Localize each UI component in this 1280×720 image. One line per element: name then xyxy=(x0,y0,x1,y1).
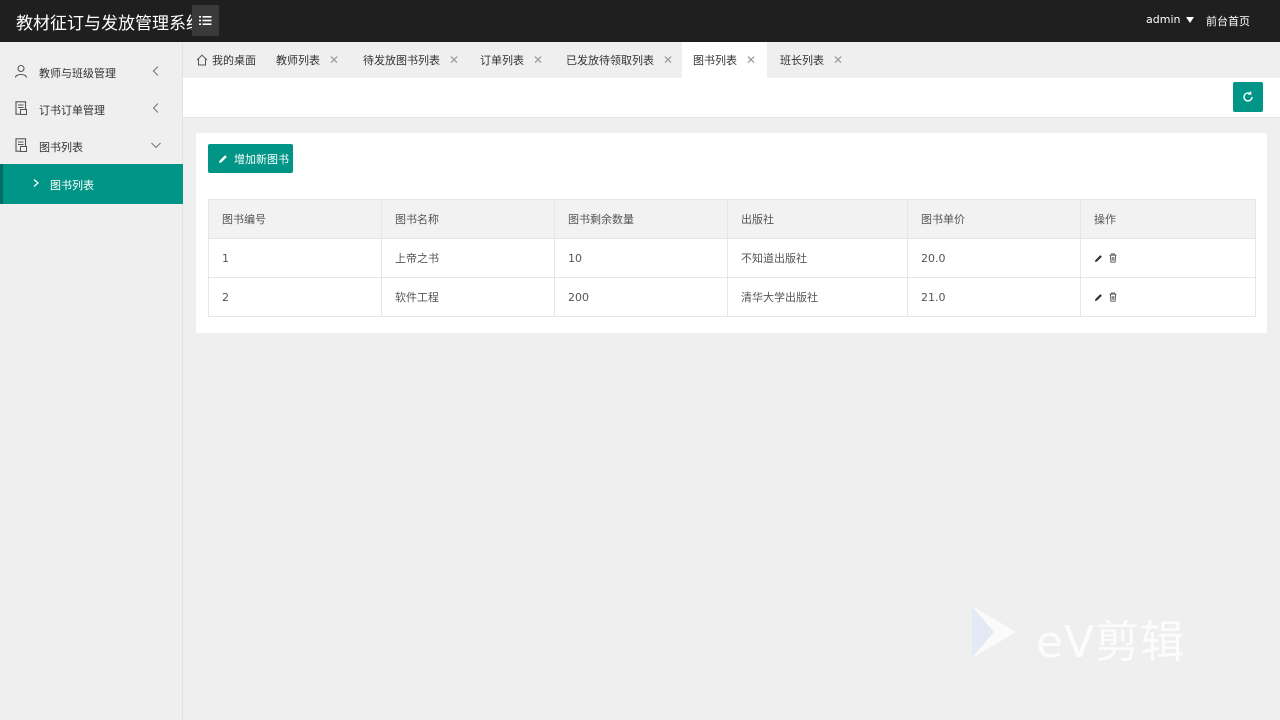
column-header: 出版社 xyxy=(727,199,908,239)
play-logo-icon xyxy=(972,606,1016,658)
sidebar-item-teachers-classes[interactable]: 教师与班级管理 xyxy=(0,53,183,90)
tab-monitor-list[interactable]: 班长列表 ✕ xyxy=(780,42,843,78)
watermark-text: eV剪辑 xyxy=(1036,617,1186,668)
column-header: 操作 xyxy=(1080,199,1256,239)
chevron-left-icon xyxy=(152,66,159,76)
cell-actions xyxy=(1080,277,1256,317)
tab-label: 图书列表 xyxy=(693,54,737,67)
cell-book-id: 1 xyxy=(208,238,382,278)
cell-book-name: 软件工程 xyxy=(381,277,555,317)
document-icon xyxy=(15,101,27,115)
cell-publisher: 清华大学出版社 xyxy=(727,277,908,317)
home-icon xyxy=(196,54,208,66)
cell-book-id: 2 xyxy=(208,277,382,317)
close-icon[interactable]: ✕ xyxy=(449,53,459,67)
tab-label: 待发放图书列表 xyxy=(363,54,440,67)
cell-unit-price: 21.0 xyxy=(907,277,1081,317)
cell-remaining-qty: 10 xyxy=(554,238,728,278)
list-icon xyxy=(199,16,212,25)
column-header: 图书编号 xyxy=(208,199,382,239)
tab-bar: 我的桌面 教师列表 ✕ 待发放图书列表 ✕ 订单列表 ✕ 已发放待领取列表 ✕ … xyxy=(183,42,1280,78)
refresh-button[interactable] xyxy=(1233,82,1263,112)
cell-actions xyxy=(1080,238,1256,278)
table-row: 1 上帝之书 10 不知道出版社 20.0 xyxy=(208,238,1256,278)
sidebar-item-label: 图书列表 xyxy=(39,141,83,154)
table-header-row: 图书编号 图书名称 图书剩余数量 出版社 图书单价 操作 xyxy=(208,199,1256,239)
edit-icon[interactable] xyxy=(1094,293,1103,302)
tab-desktop[interactable]: 我的桌面 xyxy=(196,42,256,78)
cell-book-name: 上帝之书 xyxy=(381,238,555,278)
tab-label: 已发放待领取列表 xyxy=(566,54,654,67)
user-menu[interactable]: admin xyxy=(1146,13,1195,26)
sidebar: 教师与班级管理 订书订单管理 图书列表 图书列表 xyxy=(0,42,183,720)
sidebar-subitem-book-list[interactable]: 图书列表 xyxy=(0,164,183,204)
chevron-down-icon xyxy=(151,142,161,149)
column-header: 图书单价 xyxy=(907,199,1081,239)
edit-icon[interactable] xyxy=(1094,254,1103,263)
tab-label: 教师列表 xyxy=(276,54,320,67)
sidebar-item-orders[interactable]: 订书订单管理 xyxy=(0,90,183,127)
refresh-icon xyxy=(1243,91,1253,102)
tab-label: 我的桌面 xyxy=(212,54,256,67)
tab-order-list[interactable]: 订单列表 ✕ xyxy=(480,42,543,78)
tab-pending-books[interactable]: 待发放图书列表 ✕ xyxy=(363,42,459,78)
document-icon xyxy=(15,138,27,152)
add-book-label: 增加新图书 xyxy=(234,152,289,166)
tab-issued-unclaimed[interactable]: 已发放待领取列表 ✕ xyxy=(566,42,673,78)
user-icon xyxy=(14,64,28,78)
close-icon[interactable]: ✕ xyxy=(533,53,543,67)
tab-label: 订单列表 xyxy=(480,54,524,67)
tab-book-list[interactable]: 图书列表 ✕ xyxy=(682,42,767,78)
app-title: 教材征订与发放管理系统 xyxy=(16,14,203,34)
column-header: 图书剩余数量 xyxy=(554,199,728,239)
sidebar-item-label: 教师与班级管理 xyxy=(39,67,116,80)
content-toolbar xyxy=(183,78,1280,118)
column-header: 图书名称 xyxy=(381,199,555,239)
cell-publisher: 不知道出版社 xyxy=(727,238,908,278)
book-table: 图书编号 图书名称 图书剩余数量 出版社 图书单价 操作 1 上帝之书 10 不… xyxy=(208,199,1256,317)
table-row: 2 软件工程 200 清华大学出版社 21.0 xyxy=(208,277,1256,317)
watermark: eV剪辑 xyxy=(968,604,1228,668)
chevron-right-icon xyxy=(33,179,39,187)
chevron-left-icon xyxy=(152,103,159,113)
tab-teacher-list[interactable]: 教师列表 ✕ xyxy=(276,42,339,78)
caret-down-icon xyxy=(1186,16,1195,23)
trash-icon[interactable] xyxy=(1108,253,1118,263)
close-icon[interactable]: ✕ xyxy=(833,53,843,67)
top-header: 教材征订与发放管理系统 admin 前台首页 xyxy=(0,0,1280,42)
cell-remaining-qty: 200 xyxy=(554,277,728,317)
close-icon[interactable]: ✕ xyxy=(663,53,673,67)
sidebar-subitem-label: 图书列表 xyxy=(50,179,94,192)
sidebar-item-label: 订书订单管理 xyxy=(39,104,105,117)
tab-label: 班长列表 xyxy=(780,54,824,67)
cell-unit-price: 20.0 xyxy=(907,238,1081,278)
username: admin xyxy=(1146,13,1181,26)
close-icon[interactable]: ✕ xyxy=(329,53,339,67)
sidebar-item-books[interactable]: 图书列表 xyxy=(0,127,183,164)
add-book-button[interactable]: 增加新图书 xyxy=(208,144,293,173)
pencil-icon xyxy=(219,154,227,163)
menu-toggle-button[interactable] xyxy=(192,5,219,36)
book-list-card: 增加新图书 图书编号 图书名称 图书剩余数量 出版社 图书单价 操作 1 上帝之… xyxy=(196,133,1267,333)
front-page-link[interactable]: 前台首页 xyxy=(1206,13,1250,29)
close-icon[interactable]: ✕ xyxy=(746,53,756,67)
trash-icon[interactable] xyxy=(1108,292,1118,302)
